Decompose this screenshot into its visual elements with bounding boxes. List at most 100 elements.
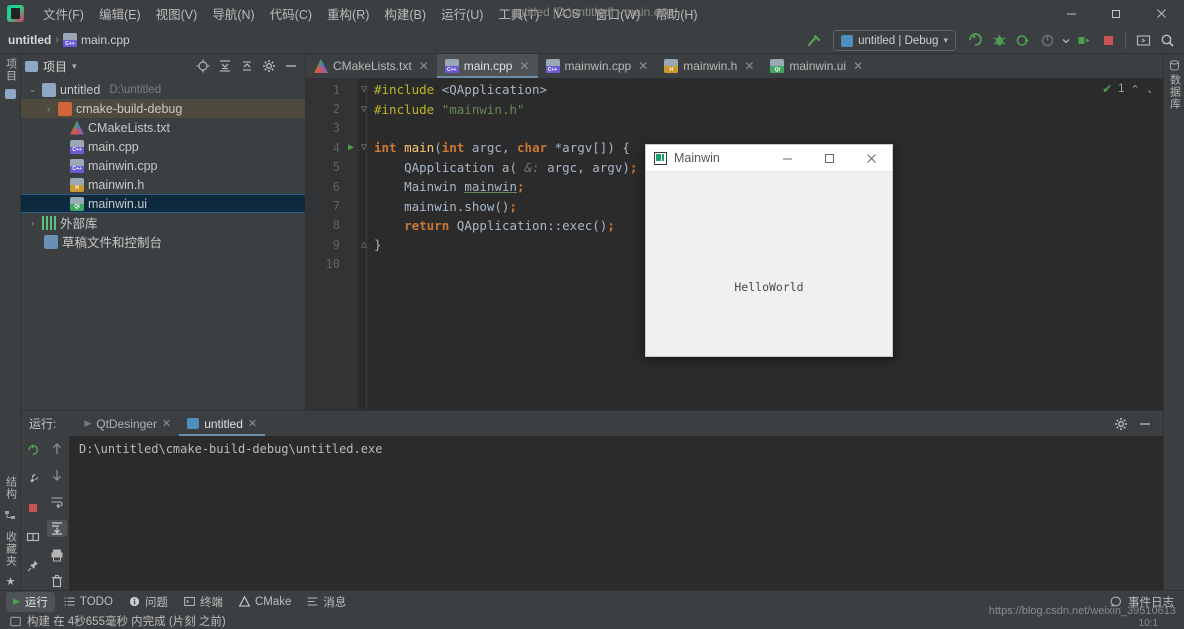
breadcrumb-project[interactable]: untitled <box>8 33 51 47</box>
menu-tools[interactable]: 工具(T) <box>491 1 546 26</box>
tree-node-untitled[interactable]: ⌄ untitled D:\untitled <box>21 80 305 99</box>
menu-build[interactable]: 构建(B) <box>377 1 433 26</box>
tab-cmakelists[interactable]: CMakeLists.txt ✕ <box>306 54 437 78</box>
run-button[interactable] <box>964 30 986 52</box>
stop-button[interactable] <box>1097 30 1119 52</box>
status-messages-button[interactable]: 消息 <box>300 592 353 612</box>
profile-button[interactable] <box>1036 30 1058 52</box>
menu-help[interactable]: 帮助(H) <box>648 1 704 26</box>
chevron-down-icon[interactable]: ⌄ <box>27 84 38 95</box>
gear-icon[interactable] <box>259 56 279 76</box>
tree-node-mainwin-ui[interactable]: Qt mainwin.ui <box>21 194 305 213</box>
right-strip-database-label[interactable]: 数据库 <box>1167 74 1183 110</box>
status-terminal-button[interactable]: 终端 <box>177 592 230 612</box>
left-strip-favorites-label[interactable]: 收藏夹 <box>3 531 19 567</box>
window-maximize-button[interactable] <box>1094 0 1139 27</box>
wrench-icon[interactable] <box>23 469 43 489</box>
hide-panel-icon[interactable] <box>1135 414 1155 434</box>
chevron-right-icon[interactable]: › <box>27 218 38 228</box>
star-icon[interactable]: ★ <box>6 577 16 588</box>
run-gutter-icon[interactable]: ▶ <box>344 142 358 153</box>
inspection-prev-icon[interactable]: ⌃ <box>1131 83 1140 96</box>
print-icon[interactable] <box>47 546 67 564</box>
run-tab-close-icon[interactable]: ✕ <box>248 417 257 430</box>
tab-mainwin-ui[interactable]: Qt mainwin.ui ✕ <box>762 54 871 78</box>
menu-file[interactable]: 文件(F) <box>36 1 91 26</box>
run-console-output[interactable]: D:\untitled\cmake-build-debug\untitled.e… <box>69 436 1163 590</box>
trash-icon[interactable] <box>47 573 67 591</box>
mainwin-minimize-button[interactable] <box>766 145 808 172</box>
fold-icon[interactable]: ▽ <box>358 104 370 115</box>
project-folder-icon[interactable] <box>5 89 16 99</box>
tab-close-icon[interactable]: ✕ <box>744 59 754 73</box>
mainwin-close-button[interactable] <box>850 145 892 172</box>
pin-icon[interactable] <box>23 556 43 576</box>
tree-node-cmake-build-debug[interactable]: › cmake-build-debug <box>21 99 305 118</box>
mainwin-hello-label: HelloWorld <box>646 280 892 294</box>
menu-navigate[interactable]: 导航(N) <box>205 1 261 26</box>
structure-icon[interactable] <box>5 510 16 521</box>
tab-close-icon[interactable]: ✕ <box>419 59 429 73</box>
status-problems-button[interactable]: 问题 <box>122 592 175 612</box>
fold-icon[interactable]: ▽ <box>358 84 370 95</box>
menu-refactor[interactable]: 重构(R) <box>320 1 376 26</box>
tree-node-main-cpp[interactable]: C++ main.cpp <box>21 137 305 156</box>
menu-vcs[interactable]: VCS <box>547 4 587 24</box>
mainwin-maximize-button[interactable] <box>808 145 850 172</box>
scroll-down-icon[interactable] <box>47 467 67 485</box>
window-minimize-button[interactable] <box>1049 0 1094 27</box>
status-cmake-button[interactable]: CMake <box>232 594 298 610</box>
tab-main-cpp[interactable]: C++ main.cpp ✕ <box>437 54 538 78</box>
attach-process-button[interactable] <box>1073 30 1095 52</box>
editor-scrollbar[interactable] <box>1151 78 1163 410</box>
hide-panel-icon[interactable] <box>281 56 301 76</box>
rerun-icon[interactable] <box>23 440 43 460</box>
menu-code[interactable]: 代码(C) <box>263 1 319 26</box>
menu-view[interactable]: 视图(V) <box>149 1 205 26</box>
open-terminal-icon[interactable] <box>1132 30 1154 52</box>
window-close-button[interactable] <box>1139 0 1184 27</box>
tree-node-scratches[interactable]: 草稿文件和控制台 <box>21 232 305 251</box>
menu-edit[interactable]: 编辑(E) <box>92 1 148 26</box>
search-icon[interactable] <box>1156 30 1178 52</box>
locate-file-icon[interactable] <box>193 56 213 76</box>
mainwin-application-window[interactable]: Mainwin HelloWorld <box>645 144 893 357</box>
profile-dropdown-icon[interactable] <box>1060 30 1071 52</box>
status-todo-button[interactable]: TODO <box>57 594 120 610</box>
stop-icon[interactable] <box>23 498 43 518</box>
left-strip-structure-label[interactable]: 结构 <box>3 476 19 500</box>
fold-icon[interactable]: ▽ <box>358 142 370 153</box>
layout-icon[interactable] <box>23 527 43 547</box>
run-tab-close-icon[interactable]: ✕ <box>162 417 171 430</box>
run-with-coverage-button[interactable] <box>1012 30 1034 52</box>
tree-node-mainwin-cpp[interactable]: C++ mainwin.cpp <box>21 156 305 175</box>
scroll-up-icon[interactable] <box>47 440 67 458</box>
left-strip-project-label[interactable]: 项目 <box>3 58 19 82</box>
run-configuration-selector[interactable]: untitled | Debug ▾ <box>833 30 956 51</box>
tab-close-icon[interactable]: ✕ <box>519 59 529 73</box>
gear-icon[interactable] <box>1111 414 1131 434</box>
expand-all-icon[interactable] <box>215 56 235 76</box>
scroll-to-end-icon[interactable] <box>47 520 67 538</box>
project-panel-title-group[interactable]: 项目 ▾ <box>25 58 77 75</box>
menu-window[interactable]: 窗口(W) <box>588 1 647 26</box>
debug-button[interactable] <box>988 30 1010 52</box>
tree-node-mainwin-h[interactable]: H mainwin.h <box>21 175 305 194</box>
run-tab-untitled[interactable]: untitled ✕ <box>179 411 265 436</box>
soft-wrap-icon[interactable] <box>47 493 67 511</box>
tab-close-icon[interactable]: ✕ <box>853 59 863 73</box>
tab-mainwin-h[interactable]: H mainwin.h ✕ <box>656 54 762 78</box>
database-icon[interactable] <box>1169 60 1180 71</box>
fold-icon[interactable]: △ <box>358 239 370 250</box>
chevron-right-icon[interactable]: › <box>43 104 54 114</box>
tab-mainwin-cpp[interactable]: C++ mainwin.cpp ✕ <box>538 54 657 78</box>
collapse-all-icon[interactable] <box>237 56 257 76</box>
breadcrumb-file[interactable]: C++ main.cpp <box>63 33 130 47</box>
run-tab-qtdesinger[interactable]: ▶ QtDesinger ✕ <box>76 411 179 436</box>
build-hammer-icon[interactable] <box>803 30 825 52</box>
menu-run[interactable]: 运行(U) <box>434 1 490 26</box>
tree-node-cmakelists[interactable]: CMakeLists.txt <box>21 118 305 137</box>
status-run-button[interactable]: ▶ 运行 <box>6 592 55 612</box>
tree-node-external-libraries[interactable]: › 外部库 <box>21 213 305 232</box>
tab-close-icon[interactable]: ✕ <box>638 59 648 73</box>
